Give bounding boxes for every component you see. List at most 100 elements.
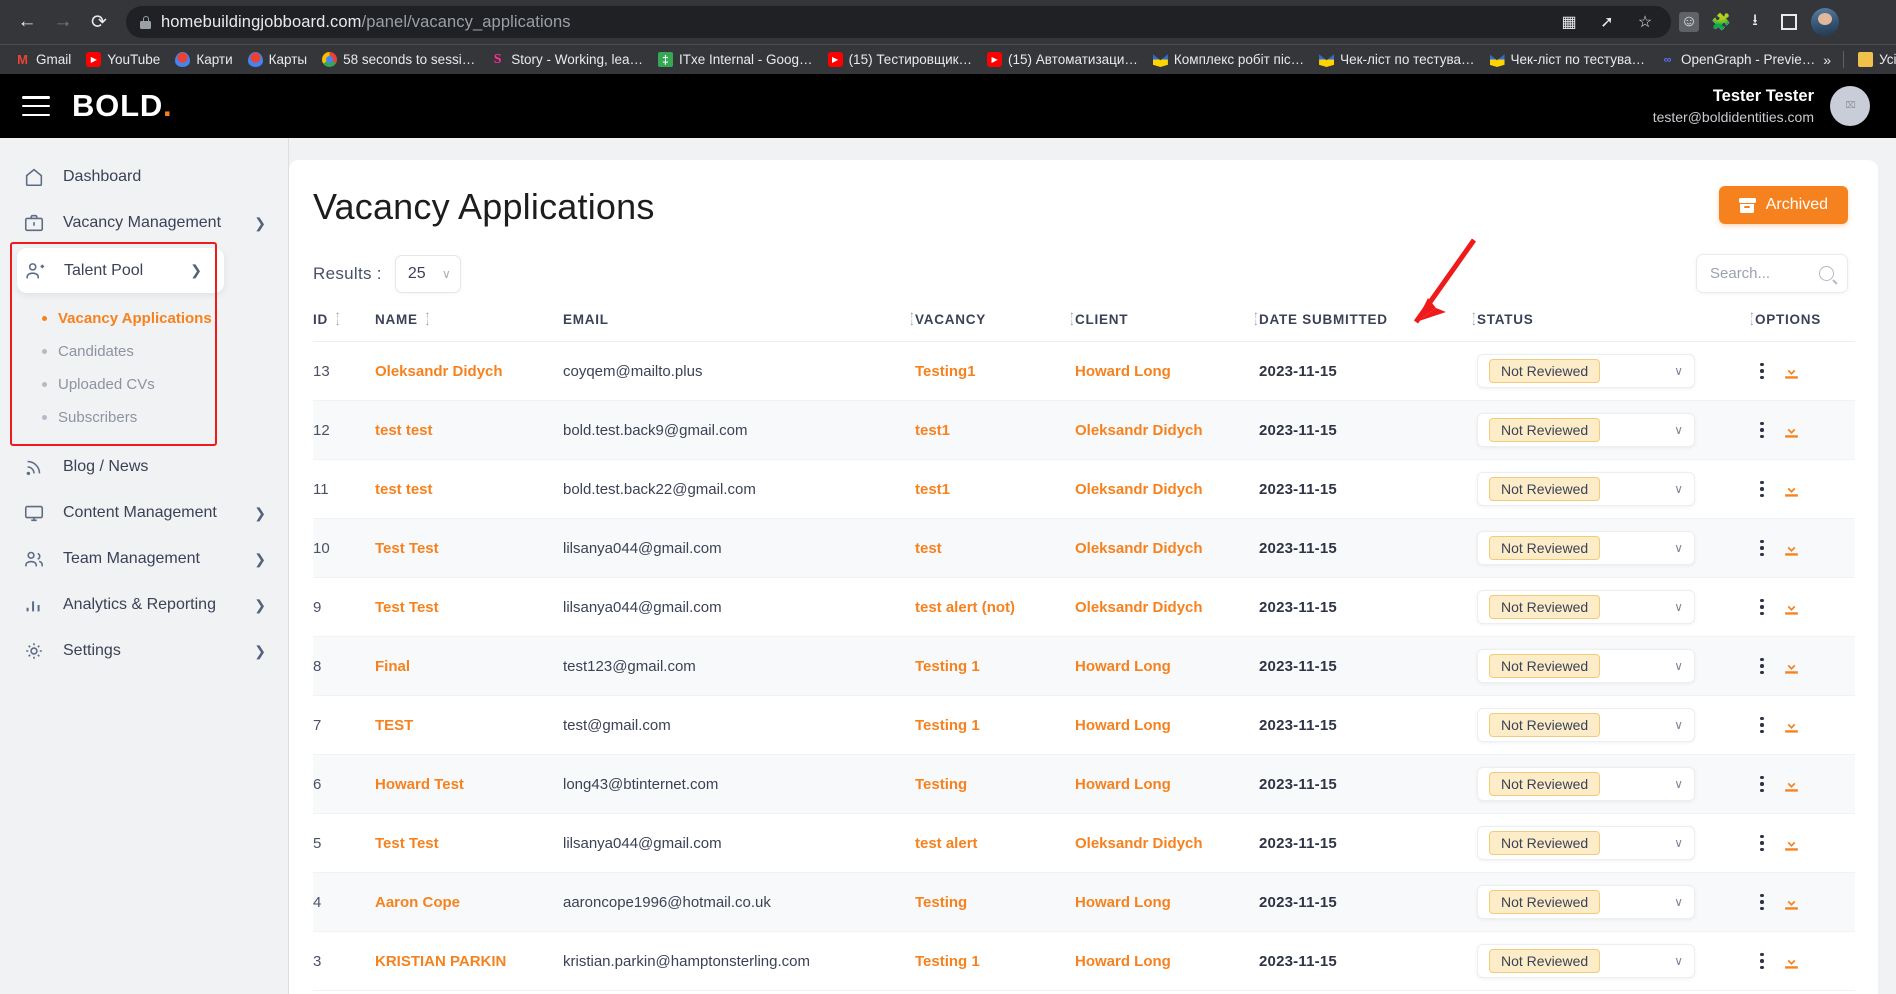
sidebar-item-talent-pool[interactable]: Talent Pool ❯ bbox=[17, 248, 224, 293]
sidebar-item-analytics-reporting[interactable]: Analytics & Reporting ❯ bbox=[0, 582, 288, 628]
more-vertical-icon[interactable] bbox=[1755, 477, 1769, 502]
bookmark-item[interactable]: ‡ ITxe Internal - Goog… bbox=[651, 49, 820, 70]
download-icon[interactable] bbox=[1781, 714, 1803, 736]
more-vertical-icon[interactable] bbox=[1755, 713, 1769, 738]
column-header-status[interactable]: STATUS ↑ ↓ bbox=[1477, 311, 1755, 342]
table-row[interactable]: 4 Aaron Cope aaroncope1996@hotmail.co.uk Te… bbox=[313, 872, 1855, 932]
status-select[interactable]: Not Reviewed ∨ bbox=[1477, 472, 1695, 506]
table-row[interactable]: 9 Test Test lilsanya044@gmail.com test aler… bbox=[313, 577, 1855, 637]
cell-vacancy[interactable]: test1 bbox=[915, 400, 1075, 460]
status-select[interactable]: Not Reviewed ∨ bbox=[1477, 590, 1695, 624]
sidebar-subitem-vacancy-applications[interactable]: Vacancy Applications bbox=[0, 302, 288, 335]
profile-card-icon[interactable]: ☺ bbox=[1679, 12, 1699, 32]
avatar[interactable]: ⌧ bbox=[1830, 85, 1870, 126]
sidebar-item-dashboard[interactable]: Dashboard bbox=[0, 154, 288, 200]
cell-client[interactable]: Oleksandr Didych bbox=[1075, 813, 1259, 873]
cell-client[interactable]: Howard Long bbox=[1075, 872, 1259, 932]
cell-vacancy[interactable]: test1 bbox=[915, 459, 1075, 519]
sidebar-item-settings[interactable]: Settings ❯ bbox=[0, 628, 288, 674]
cell-name[interactable]: Test Test bbox=[375, 577, 563, 637]
cell-client[interactable]: Oleksandr Didych bbox=[1075, 518, 1259, 578]
cell-name[interactable]: Howard Test bbox=[375, 754, 563, 814]
download-icon[interactable] bbox=[1781, 360, 1803, 382]
sidebar-subitem-candidates[interactable]: Candidates bbox=[0, 335, 288, 368]
table-row[interactable]: 10 Test Test lilsanya044@gmail.com test Olek… bbox=[313, 518, 1855, 578]
user-info[interactable]: Tester Tester tester@boldidentities.com bbox=[1653, 86, 1814, 126]
cell-vacancy[interactable]: test bbox=[915, 518, 1075, 578]
brand-logo[interactable]: BOLD. bbox=[72, 88, 172, 124]
reload-icon[interactable]: ⟳ bbox=[82, 5, 116, 39]
archived-button[interactable]: Archived bbox=[1718, 186, 1848, 224]
cell-vacancy[interactable]: test alert bbox=[915, 813, 1075, 873]
status-select[interactable]: Not Reviewed ∨ bbox=[1477, 767, 1695, 801]
column-header-email[interactable]: EMAIL ↑ ↓ bbox=[563, 311, 915, 342]
address-bar[interactable]: homebuildingjobboard.com/panel/vacancy_a… bbox=[126, 6, 1671, 38]
bookmark-item[interactable]: ∞ OpenGraph - Previe… bbox=[1653, 49, 1822, 70]
column-header-date-submitted[interactable]: DATE SUBMITTED ↑ ↓ bbox=[1259, 311, 1477, 342]
status-select[interactable]: Not Reviewed ∨ bbox=[1477, 649, 1695, 683]
column-header-name[interactable]: NAME ↑ ↓ bbox=[375, 311, 563, 342]
bookmark-item[interactable]: Комплекс робіт піс… bbox=[1146, 49, 1311, 70]
bookmark-star-icon[interactable]: ☆ bbox=[1633, 10, 1657, 34]
hamburger-menu-icon[interactable] bbox=[22, 96, 50, 116]
more-vertical-icon[interactable] bbox=[1755, 949, 1769, 974]
status-select[interactable]: Not Reviewed ∨ bbox=[1477, 708, 1695, 742]
status-select[interactable]: Not Reviewed ∨ bbox=[1477, 354, 1695, 388]
table-row[interactable]: 3 KRISTIAN PARKIN kristian.parkin@hamptons… bbox=[313, 931, 1855, 991]
table-row[interactable]: 13 Oleksandr Didych coyqem@mailto.plus Test… bbox=[313, 341, 1855, 401]
more-vertical-icon[interactable] bbox=[1755, 418, 1769, 443]
share-icon[interactable]: ➚ bbox=[1595, 10, 1619, 34]
cell-name[interactable]: Test Test bbox=[375, 813, 563, 873]
table-row[interactable]: 5 Test Test lilsanya044@gmail.com test aler… bbox=[313, 813, 1855, 873]
bookmark-item[interactable]: Карты bbox=[241, 49, 314, 70]
more-vertical-icon[interactable] bbox=[1755, 536, 1769, 561]
column-header-client[interactable]: CLIENT ↑ ↓ bbox=[1075, 311, 1259, 342]
download-icon[interactable] bbox=[1781, 537, 1803, 559]
status-select[interactable]: Not Reviewed ∨ bbox=[1477, 531, 1695, 565]
download-icon[interactable] bbox=[1781, 950, 1803, 972]
results-per-page-select[interactable]: 25 ∨ bbox=[394, 254, 461, 293]
sort-toggle-icon[interactable]: ↑ ↓ bbox=[425, 311, 431, 328]
table-row[interactable]: 12 test test bold.test.back9@gmail.com test… bbox=[313, 400, 1855, 460]
download-icon[interactable] bbox=[1781, 655, 1803, 677]
cell-client[interactable]: Howard Long bbox=[1075, 695, 1259, 755]
download-icon[interactable] bbox=[1781, 891, 1803, 913]
cell-name[interactable]: Aaron Cope bbox=[375, 872, 563, 932]
sidebar-item-content-management[interactable]: Content Management ❯ bbox=[0, 490, 288, 536]
sidebar-item-blog-news[interactable]: Blog / News bbox=[0, 444, 288, 490]
cell-vacancy[interactable]: Testing 1 bbox=[915, 695, 1075, 755]
forward-arrow-icon[interactable]: → bbox=[46, 5, 80, 39]
more-vertical-icon[interactable] bbox=[1755, 359, 1769, 384]
extensions-puzzle-icon[interactable]: 🧩 bbox=[1709, 10, 1733, 34]
status-select[interactable]: Not Reviewed ∨ bbox=[1477, 826, 1695, 860]
download-icon[interactable] bbox=[1781, 596, 1803, 618]
cell-vacancy[interactable]: Testing bbox=[915, 754, 1075, 814]
column-header-vacancy[interactable]: VACANCY ↑ ↓ bbox=[915, 311, 1075, 342]
cell-client[interactable]: Oleksandr Didych bbox=[1075, 577, 1259, 637]
cell-name[interactable]: test test bbox=[375, 459, 563, 519]
table-row[interactable]: 6 Howard Test long43@btinternet.com Testing… bbox=[313, 754, 1855, 814]
sort-toggle-icon[interactable]: ↑ ↓ bbox=[335, 311, 341, 328]
download-icon[interactable] bbox=[1781, 832, 1803, 854]
status-select[interactable]: Not Reviewed ∨ bbox=[1477, 944, 1695, 978]
more-vertical-icon[interactable] bbox=[1755, 595, 1769, 620]
sidebar-item-vacancy-management[interactable]: Vacancy Management ❯ bbox=[0, 200, 288, 246]
bookmark-item[interactable]: ▶ (15) Автоматизаци… bbox=[980, 49, 1145, 70]
status-select[interactable]: Not Reviewed ∨ bbox=[1477, 885, 1695, 919]
cell-vacancy[interactable]: Testing bbox=[915, 872, 1075, 932]
bookmark-item[interactable]: ▶ YouTube bbox=[79, 49, 167, 70]
cell-name[interactable]: test test bbox=[375, 400, 563, 460]
bookmarks-overflow-button[interactable]: » bbox=[1823, 52, 1831, 68]
back-arrow-icon[interactable]: ← bbox=[10, 5, 44, 39]
bookmark-item[interactable]: S Story - Working, lea… bbox=[483, 49, 650, 70]
cell-client[interactable]: Oleksandr Didych bbox=[1075, 400, 1259, 460]
cell-client[interactable]: Howard Long bbox=[1075, 931, 1259, 991]
sidebar-subitem-subscribers[interactable]: Subscribers bbox=[0, 401, 288, 434]
sidebar-item-team-management[interactable]: Team Management ❯ bbox=[0, 536, 288, 582]
download-icon[interactable] bbox=[1781, 773, 1803, 795]
search-input[interactable]: Search... bbox=[1696, 254, 1848, 293]
more-vertical-icon[interactable] bbox=[1755, 890, 1769, 915]
cell-client[interactable]: Oleksandr Didych bbox=[1075, 459, 1259, 519]
profile-avatar-icon[interactable] bbox=[1811, 8, 1839, 36]
download-icon[interactable] bbox=[1781, 419, 1803, 441]
